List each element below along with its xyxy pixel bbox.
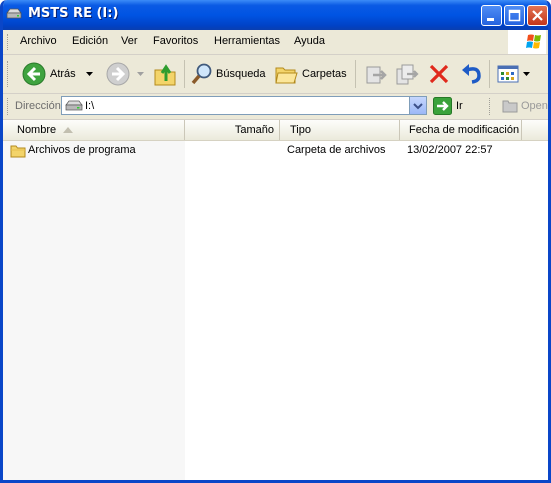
windows-logo [508, 30, 546, 54]
menu-ver[interactable]: Ver [121, 35, 138, 47]
close-icon [532, 10, 543, 21]
go-arrow-icon [433, 97, 452, 115]
open-folder-icon [502, 100, 518, 113]
drive-icon [6, 8, 22, 19]
sort-ascending-icon [63, 127, 73, 133]
column-size-label: Tamaño [234, 124, 274, 136]
minimize-icon [487, 18, 494, 21]
back-label: Atrás [50, 68, 76, 80]
title-bar[interactable]: MSTS RE (I:) [3, 0, 548, 30]
move-to-icon[interactable] [364, 62, 388, 86]
folders-icon [275, 67, 298, 84]
search-label: Búsqueda [216, 68, 266, 80]
column-type[interactable]: Tipo [280, 120, 400, 140]
file-type: Carpeta de archivos [287, 144, 386, 156]
explorer-window: MSTS RE (I:) Archivo Edición Ver Favorit… [0, 0, 551, 483]
address-label: Dirección [15, 100, 61, 112]
windows-flag-icon [526, 34, 541, 49]
go-button[interactable]: Ir [433, 97, 463, 115]
address-bar: Dirección I:\ Ir Open [3, 94, 548, 120]
views-dropdown-icon [523, 72, 530, 76]
menubar-grip[interactable] [7, 34, 11, 50]
views-icon [497, 65, 519, 83]
menu-edicion[interactable]: Edición [72, 35, 108, 47]
sorted-column-shade [3, 140, 185, 480]
links-grip[interactable] [489, 98, 493, 115]
window-title: MSTS RE (I:) [28, 6, 119, 21]
open-label: Open [521, 99, 548, 112]
forward-arrow-icon[interactable] [106, 62, 130, 86]
column-modified[interactable]: Fecha de modificación [400, 120, 522, 140]
file-list-view[interactable]: Nombre Tamaño Tipo Fecha de modificación… [3, 120, 548, 480]
folder-icon [10, 145, 26, 158]
addressbar-grip[interactable] [7, 98, 11, 115]
address-dropdown-button[interactable] [409, 97, 426, 114]
column-modified-label: Fecha de modificación [409, 124, 520, 136]
file-name: Archivos de programa [28, 144, 136, 156]
menu-favoritos[interactable]: Favoritos [153, 35, 198, 47]
column-type-label: Tipo [290, 124, 311, 136]
file-row[interactable]: Archivos de programa Carpeta de archivos… [3, 142, 548, 159]
forward-dropdown-icon[interactable] [137, 72, 144, 76]
file-modified: 13/02/2007 22:57 [407, 144, 493, 156]
toolbar-separator [489, 60, 490, 88]
address-input[interactable]: I:\ [61, 96, 427, 115]
menu-herramientas[interactable]: Herramientas [214, 35, 280, 47]
column-headers: Nombre Tamaño Tipo Fecha de modificación [3, 120, 548, 141]
back-button[interactable]: Atrás [22, 62, 76, 86]
drive-icon [65, 100, 83, 111]
maximize-icon [508, 9, 521, 22]
close-button[interactable] [527, 5, 548, 26]
back-arrow-icon [22, 62, 46, 86]
toolbar-grip[interactable] [7, 61, 11, 87]
go-label: Ir [456, 100, 463, 112]
copy-to-icon[interactable] [395, 62, 419, 86]
column-name[interactable]: Nombre [3, 120, 185, 140]
address-value: I:\ [85, 100, 95, 112]
undo-icon[interactable] [459, 62, 483, 86]
menu-ayuda[interactable]: Ayuda [294, 35, 325, 47]
standard-toolbar: Atrás Búsqueda Carpetas [3, 55, 548, 94]
toolbar-separator [355, 60, 356, 88]
toolbar-separator [184, 60, 185, 88]
chevron-down-icon [413, 103, 423, 110]
minimize-button[interactable] [481, 5, 502, 26]
back-dropdown-icon[interactable] [86, 72, 93, 76]
folders-button[interactable]: Carpetas [274, 62, 347, 86]
search-button[interactable]: Búsqueda [190, 62, 266, 86]
views-button[interactable] [497, 64, 530, 84]
search-icon [191, 63, 212, 85]
column-name-label: Nombre [17, 124, 57, 136]
delete-icon[interactable] [428, 63, 450, 85]
column-size[interactable]: Tamaño [185, 120, 280, 140]
open-button[interactable]: Open [502, 98, 548, 113]
folders-label: Carpetas [302, 68, 347, 80]
up-folder-icon[interactable] [153, 61, 177, 87]
menu-archivo[interactable]: Archivo [20, 35, 57, 47]
menu-bar: Archivo Edición Ver Favoritos Herramient… [3, 30, 548, 55]
maximize-button[interactable] [504, 5, 525, 26]
